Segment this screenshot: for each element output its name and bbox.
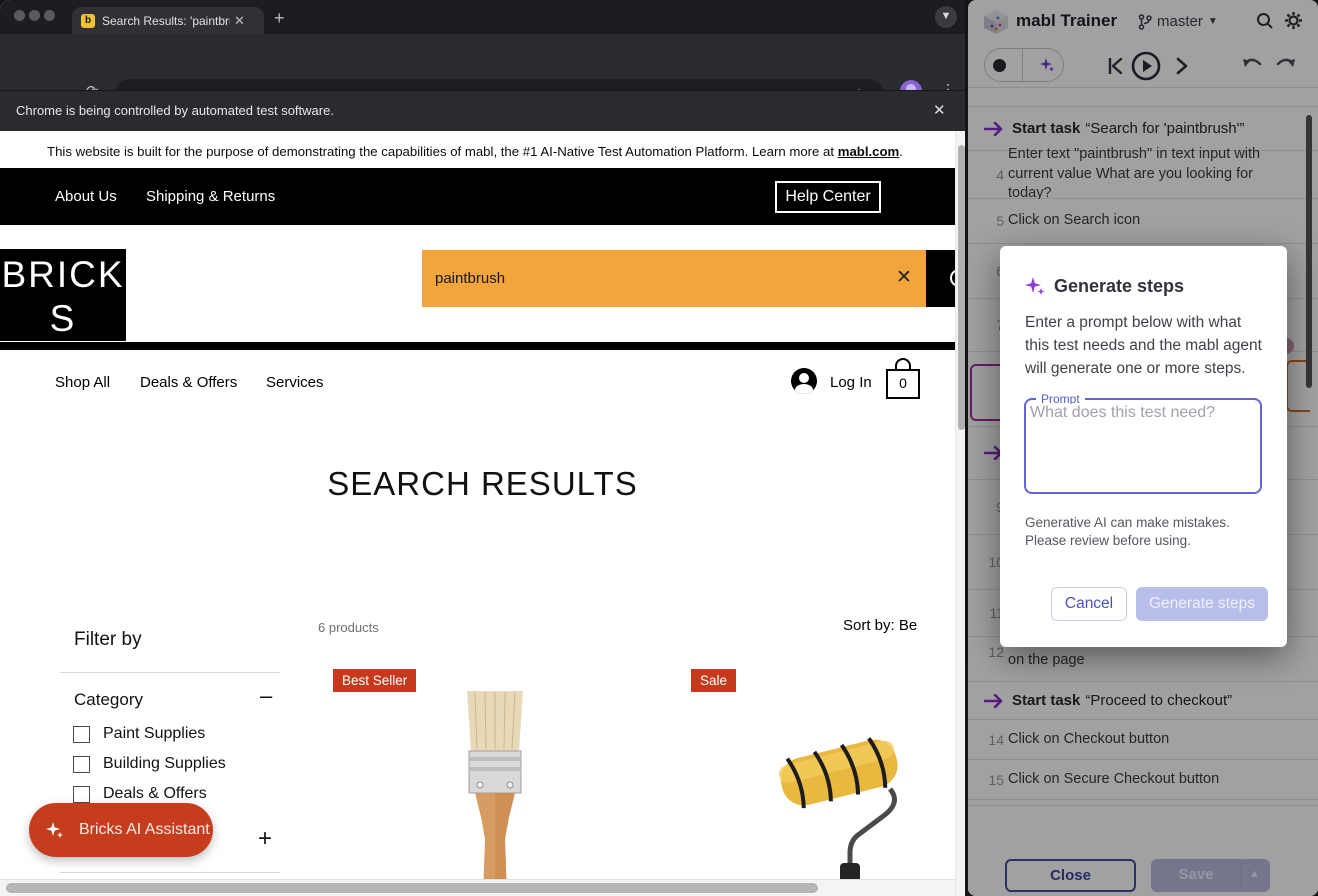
- account-icon[interactable]: [791, 368, 817, 394]
- sale-badge: Sale: [691, 669, 736, 692]
- filter-divider-2: [60, 872, 280, 873]
- bricks-ai-assistant-button[interactable]: Bricks AI Assistant: [29, 803, 213, 857]
- category-collapse-icon[interactable]: –: [260, 683, 272, 709]
- prompt-input[interactable]: [1030, 404, 1256, 488]
- browser-titlebar: b Search Results: 'paintbrush' ✕ + ▼: [0, 0, 965, 34]
- ai-assistant-label: Bricks AI Assistant: [79, 821, 210, 839]
- modal-title: Generate steps: [1054, 276, 1184, 297]
- screenshot-stage: b Search Results: 'paintbrush' ✕ + ▼ ← →…: [0, 0, 1318, 896]
- new-tab-button[interactable]: +: [274, 8, 285, 29]
- cancel-button[interactable]: Cancel: [1051, 587, 1127, 621]
- browser-tab[interactable]: b Search Results: 'paintbrush' ✕: [72, 7, 264, 34]
- sparkle-icon: [45, 820, 65, 840]
- vertical-scrollbar-thumb[interactable]: [958, 145, 965, 430]
- tab-close-icon[interactable]: ✕: [234, 13, 245, 29]
- nav-shop-all[interactable]: Shop All: [55, 374, 110, 391]
- modal-description: Enter a prompt below with what this test…: [1025, 312, 1267, 380]
- cart-count: 0: [886, 375, 920, 391]
- login-link[interactable]: Log In: [830, 374, 872, 391]
- header-divider: [0, 342, 965, 350]
- category-checkbox[interactable]: [73, 786, 90, 803]
- page-title: SEARCH RESULTS: [0, 465, 965, 503]
- generate-steps-button[interactable]: Generate steps: [1136, 587, 1268, 621]
- search-input[interactable]: [422, 250, 926, 307]
- tab-favicon-icon: b: [81, 14, 95, 28]
- modal-disclaimer: Generative AI can make mistakes. Please …: [1025, 514, 1265, 550]
- category-section-title: Category: [74, 690, 143, 710]
- automation-banner: Chrome is being controlled by automated …: [0, 90, 965, 131]
- browser-toolbar: ← → ⟳ shopbricks.co/search?q=paintbrush …: [0, 34, 965, 90]
- tab-title: Search Results: 'paintbrush': [102, 14, 230, 28]
- generate-steps-modal: Generate steps Enter a prompt below with…: [1000, 246, 1287, 647]
- search-bar[interactable]: ✕: [422, 250, 926, 307]
- paintbrush-product-image[interactable]: [455, 689, 535, 896]
- help-center-button[interactable]: Help Center: [775, 181, 881, 213]
- category-option-label[interactable]: Paint Supplies: [103, 725, 205, 743]
- top-black-bar: About Us Shipping & Returns Help Center: [0, 168, 965, 225]
- category-options: Paint Supplies Building Supplies Deals & O…: [73, 719, 273, 809]
- category-checkbox[interactable]: [73, 756, 90, 773]
- nav-deals-offers[interactable]: Deals & Offers: [140, 374, 237, 391]
- category-option: Building Supplies: [73, 749, 273, 779]
- sort-by-dropdown[interactable]: Sort by: Be: [843, 617, 923, 634]
- horizontal-scrollbar[interactable]: [0, 879, 955, 896]
- category-checkbox[interactable]: [73, 726, 90, 743]
- vertical-scrollbar[interactable]: [955, 131, 965, 896]
- demo-notice: This website is built for the purpose of…: [0, 144, 950, 159]
- prompt-field: Prompt: [1024, 398, 1262, 494]
- automation-banner-text: Chrome is being controlled by automated …: [16, 103, 334, 118]
- category-option-label[interactable]: Deals & Offers: [103, 785, 207, 803]
- nav-services[interactable]: Services: [266, 374, 324, 391]
- window-close-button[interactable]: [14, 10, 25, 21]
- search-clear-icon[interactable]: ✕: [896, 266, 912, 289]
- nav-about-us[interactable]: About Us: [55, 188, 117, 205]
- category-option: Paint Supplies: [73, 719, 273, 749]
- window-minimize-button[interactable]: [29, 10, 40, 21]
- results-count: 6 products: [318, 620, 379, 635]
- best-seller-badge: Best Seller: [333, 669, 416, 692]
- paint-roller-product-image[interactable]: [762, 717, 912, 896]
- horizontal-scrollbar-thumb[interactable]: [6, 883, 818, 893]
- bricks-logo[interactable]: BRICKS: [0, 249, 126, 341]
- section-expand-icon[interactable]: +: [258, 825, 272, 853]
- mabl-com-link[interactable]: mabl.com: [838, 144, 900, 159]
- web-page: This website is built for the purpose of…: [0, 131, 965, 896]
- nav-shipping-returns[interactable]: Shipping & Returns: [146, 188, 275, 205]
- banner-close-icon[interactable]: ✕: [933, 101, 946, 119]
- tab-list-chevron-icon[interactable]: ▼: [935, 6, 957, 28]
- category-option-label[interactable]: Building Supplies: [103, 755, 226, 773]
- sparkle-icon: [1024, 275, 1046, 297]
- browser-window: b Search Results: 'paintbrush' ✕ + ▼ ← →…: [0, 0, 965, 896]
- window-zoom-button[interactable]: [44, 10, 55, 21]
- filter-divider: [60, 672, 280, 673]
- filter-by-title: Filter by: [74, 629, 142, 651]
